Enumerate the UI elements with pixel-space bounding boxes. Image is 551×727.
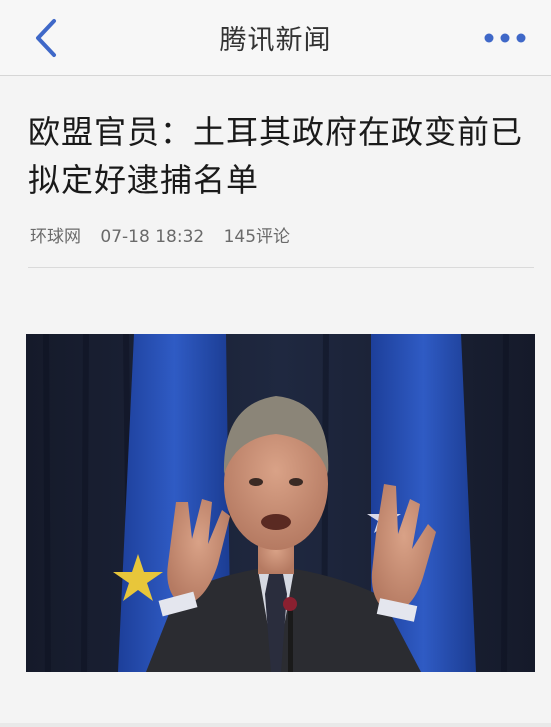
article-photo[interactable] bbox=[26, 334, 535, 672]
more-dots-icon bbox=[484, 33, 526, 43]
more-options-button[interactable] bbox=[483, 26, 527, 50]
speaker-photo-illustration bbox=[26, 334, 535, 672]
header-divider bbox=[28, 267, 534, 268]
bottom-edge bbox=[0, 723, 551, 727]
article-comment-count[interactable]: 145评论 bbox=[224, 227, 290, 247]
article-meta: 环球网 07-18 18:32 145评论 bbox=[30, 222, 290, 247]
app-title: 腾讯新闻 bbox=[219, 25, 332, 56]
article-datetime: 07-18 18:32 bbox=[100, 227, 205, 247]
article-headline: 欧盟官员：土耳其政府在政变前已拟定好逮捕名单 bbox=[28, 113, 524, 199]
article-source[interactable]: 环球网 bbox=[30, 227, 81, 247]
top-navigation-bar: 腾讯新闻 bbox=[0, 0, 551, 76]
